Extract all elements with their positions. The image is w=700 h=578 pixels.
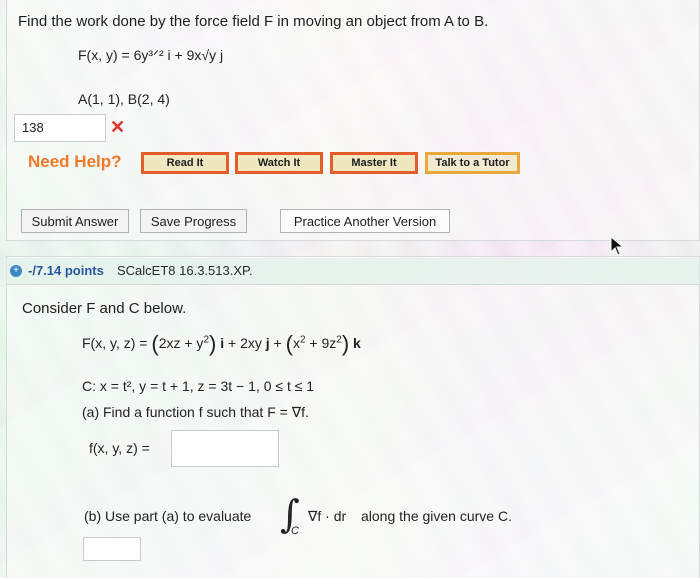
incorrect-icon: ✕ xyxy=(110,117,126,137)
expand-plus-icon[interactable]: + xyxy=(10,265,22,277)
points-label: -/7.14 points xyxy=(28,263,104,278)
integral-subscript: C xyxy=(291,525,299,537)
problem2-intro: Consider F and C below. xyxy=(22,300,187,317)
f-function-input[interactable] xyxy=(171,430,279,467)
f-function-label: f(x, y, z) = xyxy=(89,440,150,456)
master-it-button[interactable]: Master It xyxy=(330,152,418,174)
answer-input[interactable]: 138 xyxy=(14,114,106,142)
talk-to-tutor-button[interactable]: Talk to a Tutor xyxy=(425,152,520,174)
part-b-suffix: along the given curve C. xyxy=(361,508,512,524)
course-code: SCalcET8 16.3.513.XP. xyxy=(117,263,253,278)
curve-definition: C: x = t², y = t + 1, z = 3t − 1, 0 ≤ t … xyxy=(82,378,315,394)
submit-answer-button[interactable]: Submit Answer xyxy=(21,209,129,233)
force-field-equation: F(x, y) = 6y³ᐟ² i + 9x√y j xyxy=(78,47,224,63)
practice-another-version-button[interactable]: Practice Another Version xyxy=(280,209,450,233)
vector-field-equation: F(x, y, z) = (2xz + y2) i + 2xy j + (x2 … xyxy=(82,331,361,356)
mouse-cursor-icon xyxy=(610,236,625,256)
part-b-answer-input[interactable] xyxy=(83,537,141,561)
save-progress-button[interactable]: Save Progress xyxy=(140,209,247,233)
part-a-prompt: (a) Find a function f such that F = ∇f. xyxy=(82,404,309,420)
answer-value: 138 xyxy=(22,120,44,135)
integrand: ∇f · dr xyxy=(308,508,347,524)
endpoints: A(1, 1), B(2, 4) xyxy=(78,91,170,107)
question-header xyxy=(6,258,700,285)
watch-it-button[interactable]: Watch It xyxy=(235,152,323,174)
part-b-prompt: (b) Use part (a) to evaluate xyxy=(84,508,252,524)
read-it-button[interactable]: Read It xyxy=(141,152,229,174)
need-help-label: Need Help? xyxy=(28,152,122,171)
problem-prompt: Find the work done by the force field F … xyxy=(18,13,489,30)
